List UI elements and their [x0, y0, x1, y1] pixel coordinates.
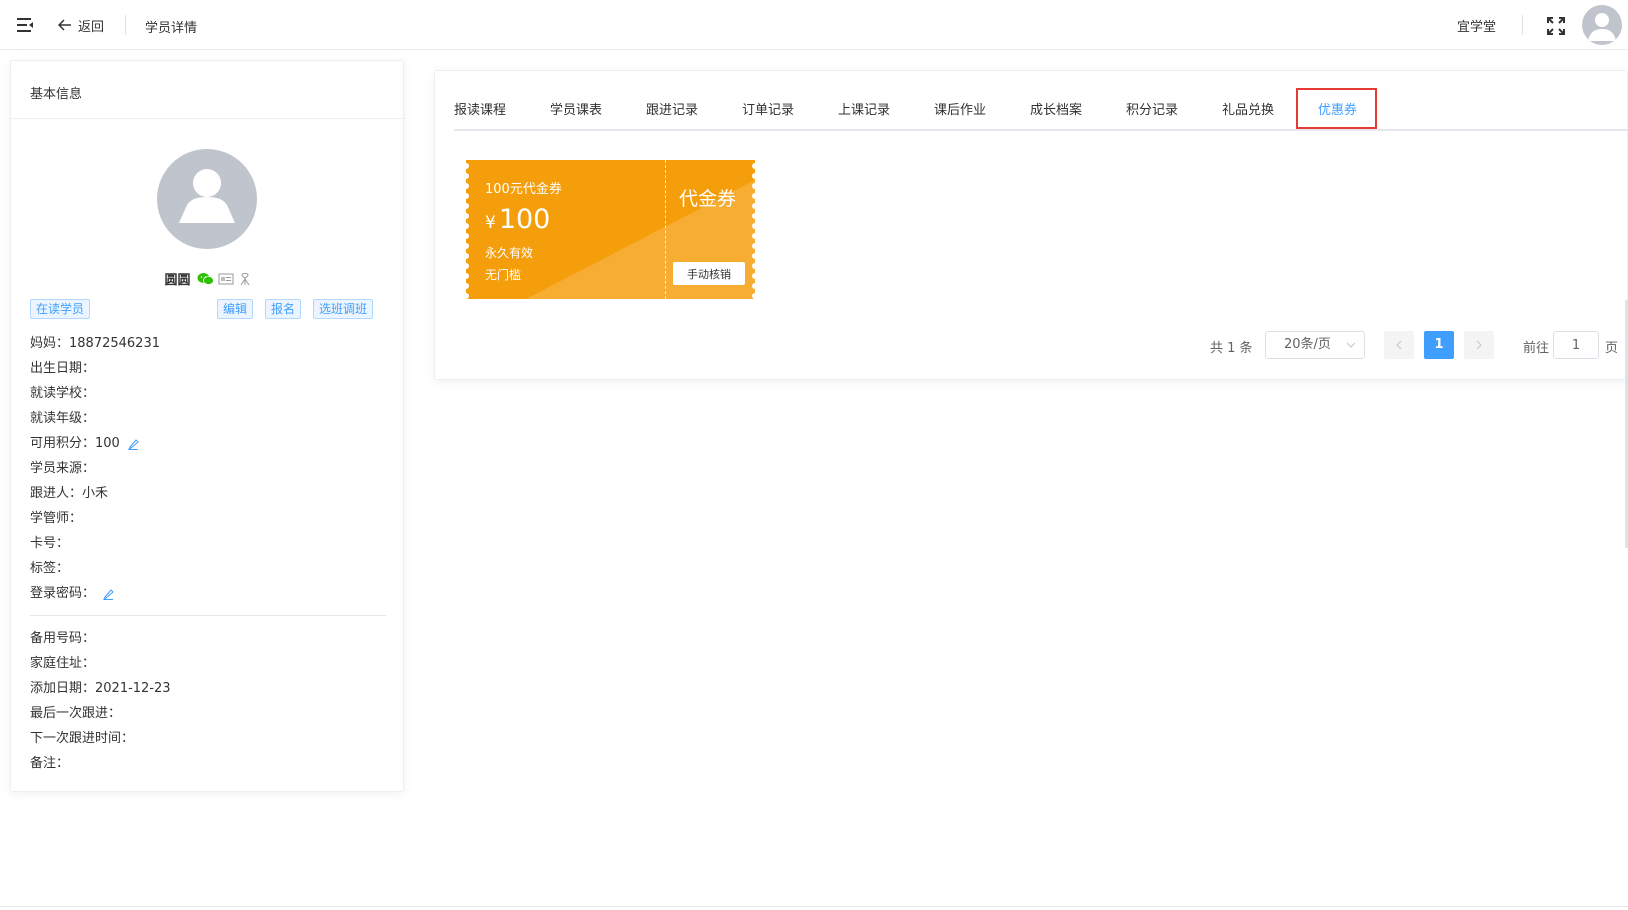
chevron-left-icon: [1396, 340, 1402, 350]
tab-schedule[interactable]: 学员课表: [550, 91, 602, 131]
info-login-password: 登录密码：: [30, 581, 386, 606]
active-tab-highlight: [1296, 88, 1377, 129]
student-info-list: 妈妈：18872546231 出生日期： 就读学校： 就读年级： 可用积分：10…: [30, 331, 386, 776]
status-badge: 在读学员: [30, 299, 91, 319]
page-title: 学员详情: [145, 21, 198, 36]
info-labels: 标签：: [30, 561, 70, 576]
tab-attendance[interactable]: 上课记录: [838, 91, 890, 131]
coupon-value: 100: [498, 204, 551, 235]
detail-tabs: 报读课程 学员课表 跟进记录 订单记录 上课记录 课后作业 成长档案 积分记录 …: [454, 88, 1628, 131]
student-info-card: 基本信息 圆圆 在读学员 编辑 报名 选班调班 妈妈：18872546231 出…: [10, 60, 404, 792]
coupon-divider: [665, 160, 666, 299]
enroll-button[interactable]: 报名: [265, 299, 302, 319]
info-address: 家庭住址：: [30, 656, 96, 671]
coupon-validity: 永久有效: [485, 246, 534, 260]
page-number-current[interactable]: 1: [1424, 331, 1454, 359]
page-size-select[interactable]: 20条/页: [1265, 331, 1365, 359]
coupon-type: 代金券: [679, 188, 737, 210]
fullscreen-icon[interactable]: [1546, 16, 1566, 36]
goto-page-input[interactable]: [1553, 331, 1599, 359]
org-name[interactable]: 宜学堂: [1457, 16, 1496, 35]
goto-label: 前往: [1523, 341, 1550, 356]
chevron-down-icon: [1346, 342, 1356, 348]
detail-content-card: 报读课程 学员课表 跟进记录 订单记录 上课记录 课后作业 成长档案 积分记录 …: [434, 70, 1628, 380]
tab-growth[interactable]: 成长档案: [1030, 91, 1082, 131]
info-remark: 备注：: [30, 756, 70, 771]
info-grade: 就读年级：: [30, 411, 96, 426]
coupon-threshold: 无门槛: [485, 268, 522, 282]
menu-collapse-icon[interactable]: [16, 16, 34, 34]
edit-points-icon[interactable]: [127, 438, 139, 450]
user-avatar[interactable]: [1582, 5, 1622, 45]
info-last-follow: 最后一次跟进：: [30, 706, 122, 721]
info-manager: 学管师：: [30, 511, 83, 526]
coupon-title: 100元代金券: [485, 182, 562, 197]
edit-button[interactable]: 编辑: [217, 299, 254, 319]
header-divider: [125, 15, 126, 35]
prev-page-button[interactable]: [1384, 331, 1414, 359]
student-avatar: [157, 149, 257, 249]
arrow-left-icon: [58, 19, 71, 31]
footer-divider: [0, 906, 1628, 907]
user-icon: [179, 169, 235, 223]
header-divider: [1522, 15, 1523, 35]
info-next-follow: 下一次跟进时间：: [30, 731, 135, 746]
tab-follow-up[interactable]: 跟进记录: [646, 91, 698, 131]
top-header: 返回 学员详情 宜学堂: [0, 0, 1628, 50]
currency-symbol: ¥: [485, 213, 496, 233]
info-card-number: 卡号：: [30, 536, 70, 551]
card-title: 基本信息: [11, 61, 403, 119]
wechat-icon: [197, 272, 214, 285]
manual-redeem-button[interactable]: 手动核销: [673, 262, 745, 285]
info-backup-phone: 备用号码：: [30, 631, 96, 646]
info-divider: [30, 615, 386, 616]
info-added-date: 添加日期：2021-12-23: [30, 681, 171, 696]
tab-homework[interactable]: 课后作业: [934, 91, 986, 131]
page-unit-label: 页: [1605, 341, 1619, 356]
gender-icon: [240, 272, 249, 285]
student-name: 圆圆: [164, 273, 191, 288]
tab-orders[interactable]: 订单记录: [742, 91, 794, 131]
info-school: 就读学校：: [30, 386, 96, 401]
id-card-icon: [218, 273, 233, 284]
edit-password-icon[interactable]: [103, 588, 114, 600]
tab-enrolled-courses[interactable]: 报读课程: [454, 91, 506, 131]
user-icon: [1588, 13, 1616, 41]
pagination-total: 共 1 条: [1210, 341, 1253, 356]
info-birthday: 出生日期：: [30, 361, 96, 376]
coupon-amount: ¥ 100: [485, 204, 550, 235]
back-button[interactable]: 返回: [58, 16, 105, 35]
chevron-right-icon: [1476, 340, 1482, 350]
info-points: 可用积分：100: [30, 431, 386, 456]
next-page-button[interactable]: [1464, 331, 1494, 359]
info-parent-phone: 妈妈：18872546231: [30, 336, 160, 351]
class-change-button[interactable]: 选班调班: [313, 299, 374, 319]
back-label: 返回: [78, 19, 105, 35]
info-follower: 跟进人：小禾: [30, 486, 109, 501]
tab-gifts[interactable]: 礼品兑换: [1222, 91, 1274, 131]
info-source: 学员来源：: [30, 461, 96, 476]
pagination: 共 1 条 20条/页 1 前往 页: [435, 331, 1628, 359]
coupon-card: 100元代金券 ¥ 100 永久有效 无门槛 代金券 手动核销: [466, 160, 755, 299]
tab-points[interactable]: 积分记录: [1126, 91, 1178, 131]
student-name-row: 圆圆: [11, 269, 405, 288]
